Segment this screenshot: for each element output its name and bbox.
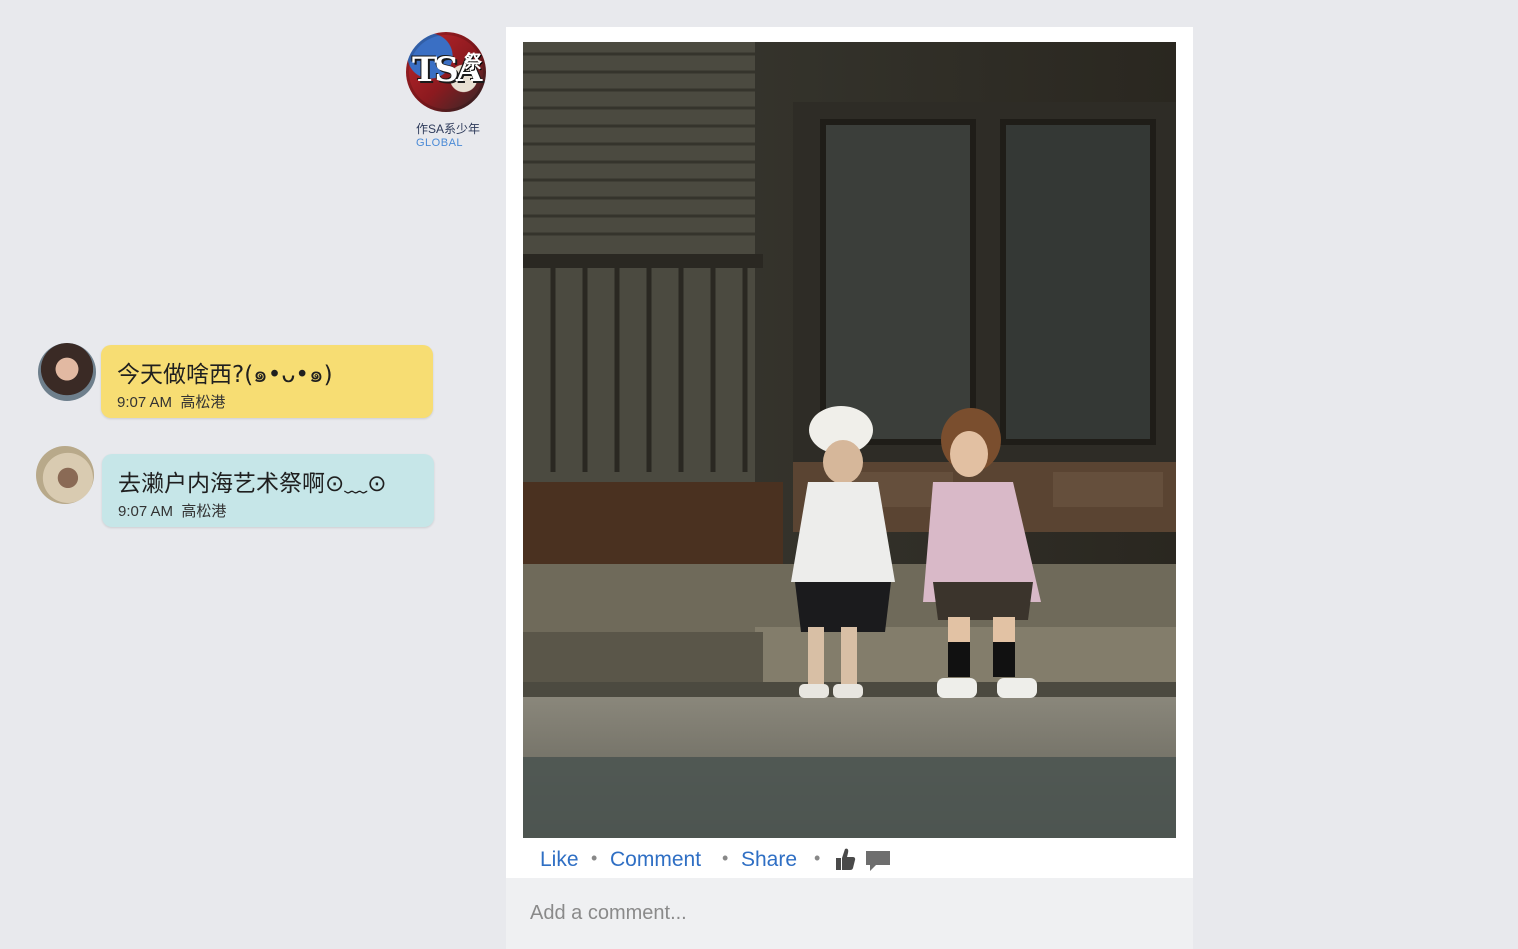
separator-dot: •	[814, 848, 821, 868]
logo-side-text: 祭	[464, 52, 482, 73]
message-text: 去濑户内海艺术祭啊⊙﹏⊙	[118, 471, 387, 497]
brand-name: 作SA系少年	[416, 122, 481, 136]
message-location: 高松港	[180, 394, 226, 411]
chat-bubble: 今天做啥西?(๑•ᴗ•๑) 9:07 AM 高松港	[101, 345, 433, 418]
like-link[interactable]: Like	[540, 848, 579, 872]
separator-dot: •	[591, 848, 598, 868]
comment-input[interactable]	[528, 892, 1132, 934]
comment-link[interactable]: Comment	[610, 848, 701, 872]
comment-bubble-icon[interactable]	[864, 849, 892, 878]
photo-illustration	[523, 42, 1176, 838]
avatar[interactable]	[36, 446, 94, 504]
message-meta: 9:07 AM 高松港	[118, 500, 226, 521]
brand-subtitle: GLOBAL	[416, 137, 464, 149]
message-meta: 9:07 AM 高松港	[117, 391, 225, 412]
avatar[interactable]	[38, 343, 96, 401]
message-location: 高松港	[181, 503, 227, 520]
message-text: 今天做啥西?(๑•ᴗ•๑)	[117, 362, 333, 388]
chat-bubble: 去濑户内海艺术祭啊⊙﹏⊙ 9:07 AM 高松港	[102, 454, 434, 527]
message-time: 9:07 AM	[118, 503, 174, 520]
brand-logo[interactable]: TSA 祭	[406, 32, 486, 112]
message-time: 9:07 AM	[117, 394, 173, 411]
separator-dot: •	[722, 848, 729, 868]
share-link[interactable]: Share	[741, 848, 797, 872]
comment-box	[506, 878, 1193, 949]
thumbs-up-icon[interactable]	[834, 847, 856, 876]
post-photo[interactable]	[523, 42, 1176, 838]
post-card: Like • Comment • Share •	[506, 27, 1193, 949]
